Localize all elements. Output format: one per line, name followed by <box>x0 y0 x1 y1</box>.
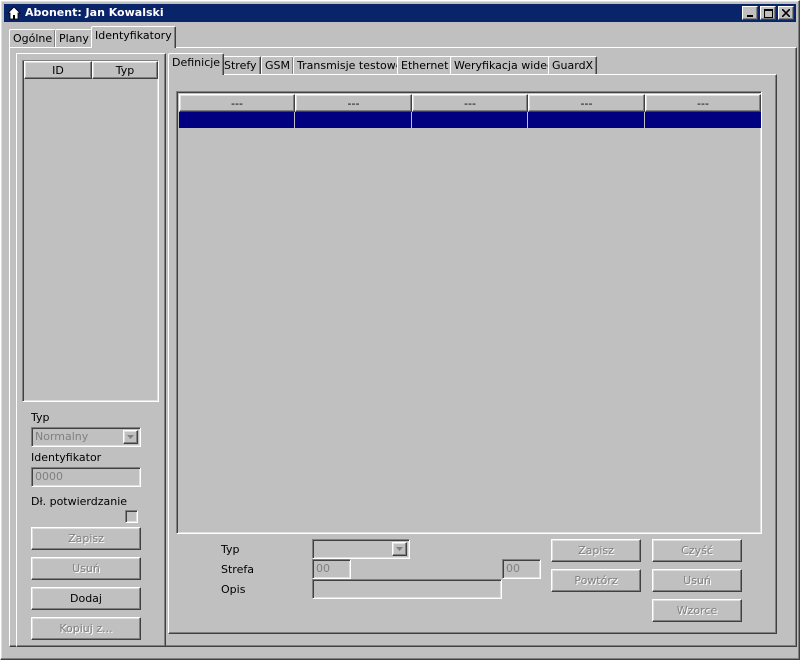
add-button[interactable]: Dodaj <box>31 587 141 610</box>
tab-identyfikatory[interactable]: Identyfikatory <box>91 26 176 48</box>
def-type-combo[interactable] <box>312 539 410 559</box>
identifier-list[interactable]: ID Typ <box>22 60 159 402</box>
zone-to-input[interactable]: 00 <box>502 559 541 579</box>
table-row[interactable] <box>179 112 761 128</box>
repeat-button[interactable]: Powtórz <box>551 569 641 592</box>
grid-column-header[interactable]: --- <box>295 94 412 112</box>
close-button[interactable] <box>778 6 794 20</box>
chevron-down-icon[interactable] <box>392 542 407 556</box>
def-type-label: Typ <box>221 543 240 556</box>
tab-guardx[interactable]: GuardX <box>548 56 598 76</box>
grid-column-header[interactable]: --- <box>645 94 761 112</box>
zone-label: Strefa <box>221 563 254 576</box>
def-save-button[interactable]: Zapisz <box>551 539 641 562</box>
grid-cell <box>412 112 528 128</box>
grid-cell <box>645 112 761 128</box>
tab-transmisje-testowe[interactable]: Transmisje testowe <box>293 56 407 76</box>
clear-button[interactable]: Czyść <box>652 539 742 562</box>
def-delete-button[interactable]: Usuń <box>652 569 742 592</box>
grid-column-header[interactable]: --- <box>179 94 295 112</box>
definitions-grid[interactable]: --- --- --- --- --- <box>176 91 762 534</box>
type-combo-value: Normalny <box>35 430 89 443</box>
main-window: Abonent: Jan Kowalski Ogólne Plany Ident… <box>0 0 800 660</box>
list-header-typ[interactable]: Typ <box>92 61 158 79</box>
tab-definicje[interactable]: Definicje <box>168 53 225 75</box>
list-header-id[interactable]: ID <box>24 61 92 79</box>
chevron-down-icon[interactable] <box>123 430 138 444</box>
main-tab-panel: ID Typ Typ Normalny Identyfikator 0000 D… <box>9 47 797 647</box>
tab-ogolne[interactable]: Ogólne <box>9 29 57 49</box>
grid-cell <box>528 112 645 128</box>
title-bar[interactable]: Abonent: Jan Kowalski <box>4 4 796 22</box>
save-button[interactable]: Zapisz <box>31 527 141 550</box>
delete-button[interactable]: Usuń <box>31 557 141 580</box>
tab-plany[interactable]: Plany <box>55 29 93 49</box>
grid-column-header[interactable]: --- <box>528 94 645 112</box>
grid-header: --- --- --- --- --- <box>179 94 761 112</box>
identifier-label: Identyfikator <box>31 451 102 464</box>
tab-strefy[interactable]: Strefy <box>220 56 261 76</box>
window-title: Abonent: Jan Kowalski <box>25 6 164 19</box>
description-label: Opis <box>221 583 246 596</box>
description-input[interactable] <box>312 579 502 599</box>
maximize-button[interactable] <box>760 6 776 20</box>
long-confirm-checkbox[interactable] <box>125 510 138 523</box>
definicje-panel: --- --- --- --- --- Typ Strefa 00 00 Opi… <box>168 74 777 634</box>
close-icon <box>782 9 790 17</box>
maximize-icon <box>763 8 773 18</box>
type-combo[interactable]: Normalny <box>31 427 141 447</box>
long-confirm-label: Dł. potwierdzanie <box>31 495 128 508</box>
templates-button[interactable]: Wzorce <box>652 599 742 622</box>
minimize-icon <box>747 15 753 17</box>
copy-from-button[interactable]: Kopiuj z... <box>31 617 141 640</box>
tab-weryfikacja-wideo[interactable]: Weryfikacja wideo <box>450 56 558 76</box>
type-label: Typ <box>31 411 50 424</box>
grid-cell <box>179 112 295 128</box>
tab-gsm[interactable]: GSM <box>261 56 294 76</box>
left-panel: ID Typ Typ Normalny Identyfikator 0000 D… <box>16 53 166 647</box>
minimize-button[interactable] <box>742 6 758 20</box>
identifier-input[interactable]: 0000 <box>31 467 141 487</box>
grid-column-header[interactable]: --- <box>412 94 528 112</box>
home-icon <box>6 5 22 21</box>
grid-cell <box>295 112 412 128</box>
tab-ethernet[interactable]: Ethernet <box>397 56 453 76</box>
zone-from-input[interactable]: 00 <box>312 559 351 579</box>
